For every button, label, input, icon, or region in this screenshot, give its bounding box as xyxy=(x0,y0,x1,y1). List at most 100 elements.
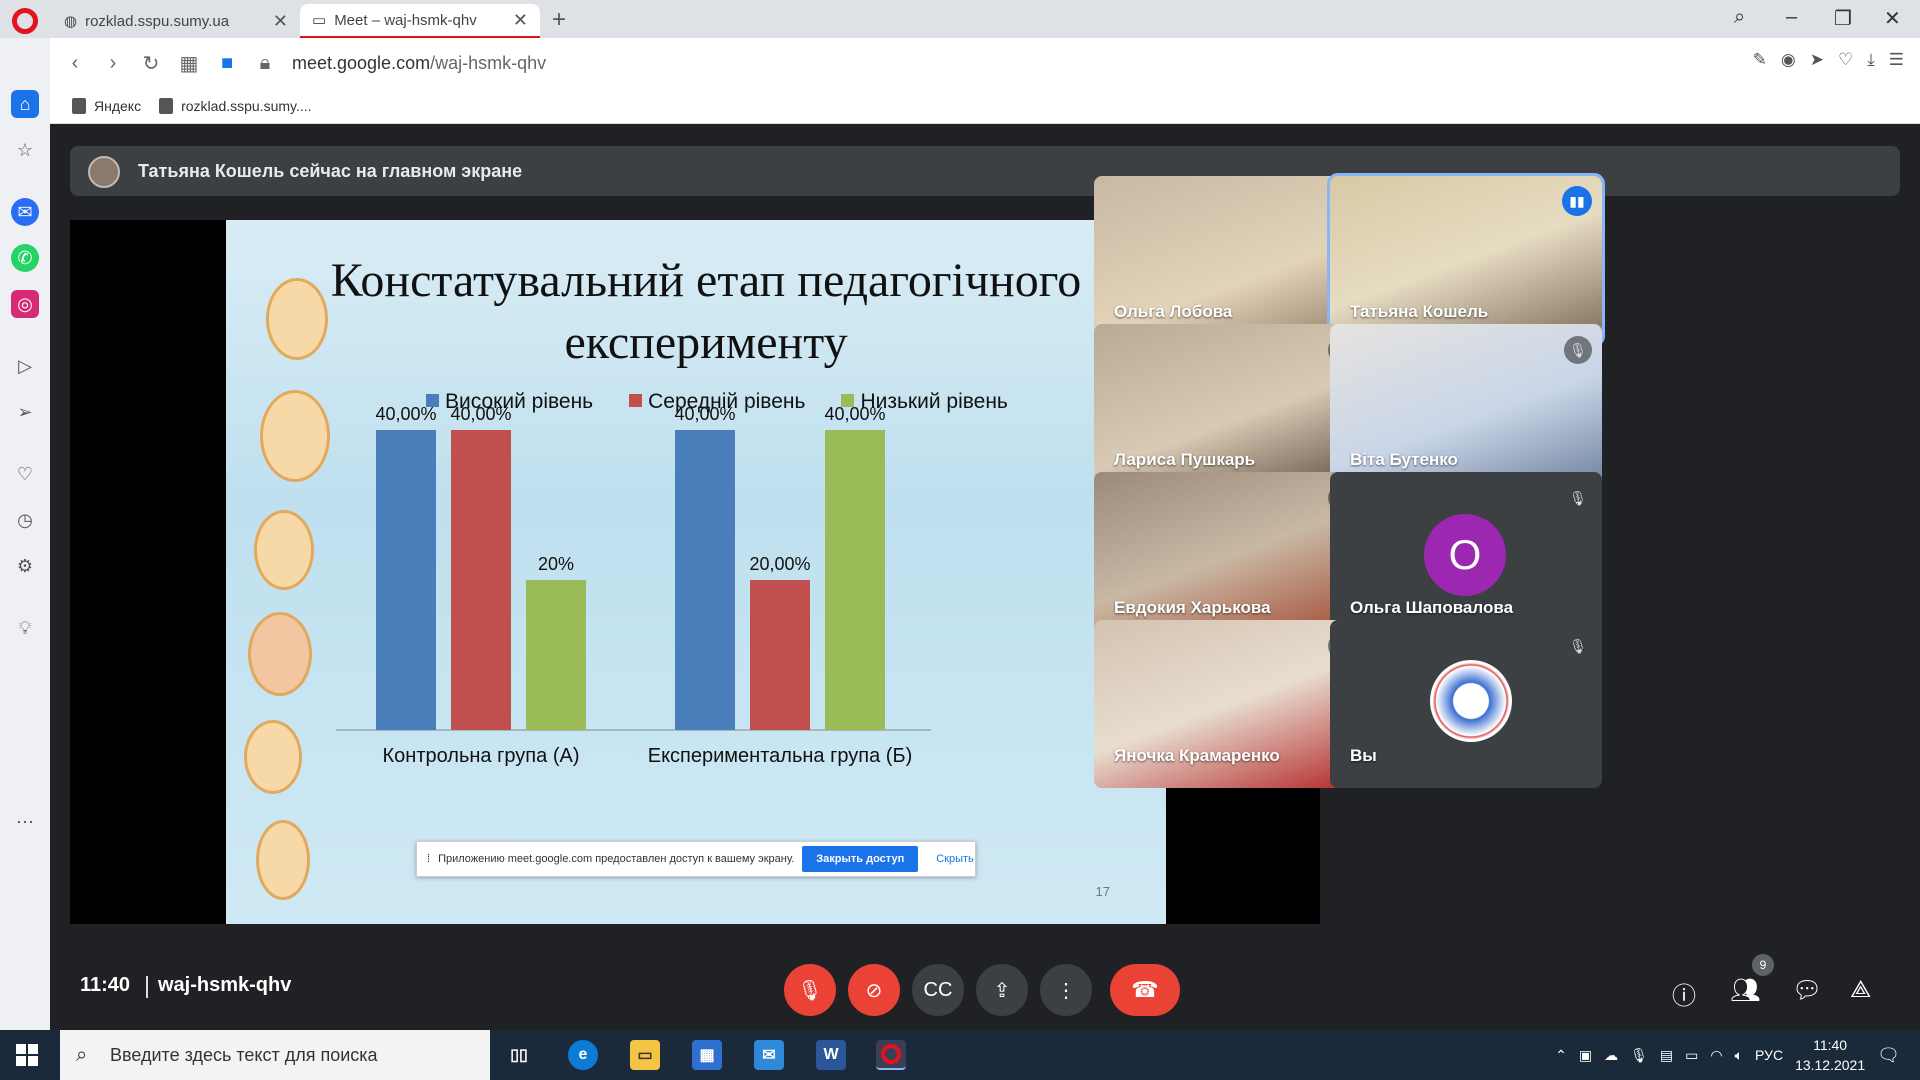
close-window-icon[interactable]: ✕ xyxy=(1884,6,1901,31)
share-icon[interactable]: ✎ xyxy=(1753,50,1767,70)
speed-dial-icon[interactable]: ▦ xyxy=(170,51,208,76)
windows-taskbar: ⌕ Введите здесь текст для поиска ▯▯ e ▭ … xyxy=(0,1030,1920,1080)
activities-icon[interactable]: ⟁ xyxy=(1850,976,1871,1004)
chart-bar xyxy=(376,430,436,730)
notifications-icon[interactable]: 🗨︎ xyxy=(1877,1045,1900,1066)
home-icon[interactable]: ⌂ xyxy=(11,90,39,118)
opera-taskbar-icon[interactable] xyxy=(876,1040,906,1070)
bookmark-yandex[interactable]: Яндекс xyxy=(72,97,142,114)
whatsapp-icon[interactable]: ✆ xyxy=(11,244,39,272)
shared-slide: Констатувальний етап педагогічного експе… xyxy=(226,220,1166,924)
windows-start-icon[interactable] xyxy=(16,1044,38,1066)
presenter-avatar xyxy=(88,156,120,188)
restore-icon[interactable]: ❐ xyxy=(1834,6,1852,31)
camera-indicator-icon[interactable]: ■ xyxy=(208,52,246,75)
captions-button[interactable]: CC xyxy=(912,964,964,1016)
new-tab-plus-icon[interactable]: + xyxy=(552,6,566,34)
bar-data-label: 40,00% xyxy=(824,404,885,424)
end-call-button[interactable]: ☎ xyxy=(1110,964,1180,1016)
participant-tile-self[interactable]: 🎙︎ Вы xyxy=(1330,620,1602,788)
minimize-icon[interactable]: – xyxy=(1786,6,1797,29)
wifi-icon[interactable]: ◠ xyxy=(1710,1047,1722,1064)
chart-bar xyxy=(750,580,810,730)
task-view-icon[interactable]: ▯▯ xyxy=(504,1040,534,1070)
microphone-icon[interactable]: 🎙︎ xyxy=(1630,1047,1648,1064)
address-actions: ✎ ◉ ➤ ♡ ⤓ ☰ xyxy=(1753,50,1904,70)
close-tab-icon[interactable]: ✕ xyxy=(273,11,288,32)
bookmark-label: rozklad.sspu.sumy.... xyxy=(181,97,312,114)
history-icon[interactable]: ◷ xyxy=(11,506,39,534)
participant-tile[interactable]: 🎙︎ Віта Бутенко xyxy=(1330,324,1602,492)
meet-tab-icon: ▭ xyxy=(312,12,327,29)
star-icon[interactable]: ☆ xyxy=(11,136,39,164)
tab-meet[interactable]: ▭ Meet – waj-hsmk-qhv ✕ xyxy=(300,4,540,38)
player-icon[interactable]: ▷ xyxy=(11,352,39,380)
camera-off-button[interactable]: ⊘ xyxy=(848,964,900,1016)
search-tabs-icon[interactable]: ⌕ xyxy=(1734,6,1745,29)
participant-name: Ольга Лобова xyxy=(1114,302,1233,321)
edge-icon[interactable]: e xyxy=(568,1040,598,1070)
snapshot-icon[interactable]: ◉ xyxy=(1781,50,1796,70)
instagram-icon[interactable]: ◎ xyxy=(11,290,39,318)
participant-tile[interactable]: 🎙︎ Евдокия Харькова xyxy=(1094,472,1366,640)
messenger-icon[interactable]: ✉ xyxy=(11,198,39,226)
tips-bulb-icon[interactable]: 💡︎ xyxy=(11,614,39,642)
taskbar-search-input[interactable]: ⌕ Введите здесь текст для поиска xyxy=(60,1030,490,1080)
opera-logo-icon[interactable] xyxy=(12,8,38,34)
close-tab-icon[interactable]: ✕ xyxy=(513,10,528,31)
present-button[interactable]: ⇪ xyxy=(976,964,1028,1016)
file-explorer-icon[interactable]: ▭ xyxy=(630,1040,660,1070)
heart-icon[interactable]: ♡ xyxy=(11,460,39,488)
lock-icon[interactable]: 🔒︎ xyxy=(246,52,284,75)
url-field[interactable]: meet.google.com/waj-hsmk-qhv xyxy=(292,53,546,74)
meet-tray-icon[interactable]: ▣ xyxy=(1579,1047,1592,1064)
easy-setup-icon[interactable]: ☰ xyxy=(1889,50,1904,70)
heart-icon[interactable]: ♡ xyxy=(1838,50,1853,70)
bar-data-label: 40,00% xyxy=(674,404,735,424)
taskbar-clock[interactable]: 11:40 13.12.2021 xyxy=(1795,1035,1865,1075)
network-status-icon[interactable]: ▤ xyxy=(1660,1047,1673,1064)
hide-notice-link[interactable]: Скрыть xyxy=(936,853,974,865)
send-to-icon[interactable]: ➢ xyxy=(11,398,39,426)
bar-data-label: 20,00% xyxy=(749,554,810,574)
bookmark-rozklad[interactable]: rozklad.sspu.sumy.... xyxy=(159,97,312,114)
onedrive-icon[interactable]: ☁ xyxy=(1604,1047,1618,1064)
chart-bar xyxy=(675,430,735,730)
battery-icon[interactable]: ▭ xyxy=(1685,1047,1698,1064)
tab-rozklad[interactable]: ◍ rozklad.sspu.sumy.ua ✕ xyxy=(52,4,300,38)
volume-icon[interactable]: 🔈︎ xyxy=(1735,1047,1743,1064)
tab-label: Meet – waj-hsmk-qhv xyxy=(334,11,477,29)
chat-icon[interactable]: 💬︎ xyxy=(1792,976,1822,1005)
divider xyxy=(146,976,148,998)
participant-tile[interactable]: Ольга Лобова xyxy=(1094,176,1366,344)
more-options-button[interactable]: ⋮ xyxy=(1040,964,1092,1016)
participant-tile[interactable]: 🎙︎ Яночка Крамаренко xyxy=(1094,620,1366,788)
url-path: /waj-hsmk-qhv xyxy=(430,52,547,73)
forward-icon[interactable]: › xyxy=(94,52,132,75)
send-icon[interactable]: ➤ xyxy=(1810,50,1824,70)
mail-icon[interactable]: ✉ xyxy=(754,1040,784,1070)
store-icon[interactable]: ▦ xyxy=(692,1040,722,1070)
mic-off-button[interactable]: 🎙︎ xyxy=(784,964,836,1016)
settings-gear-icon[interactable]: ⚙ xyxy=(11,552,39,580)
participant-tile-speaking[interactable]: ▮▮ Татьяна Кошель xyxy=(1327,173,1605,347)
stop-sharing-button[interactable]: Закрыть доступ xyxy=(802,846,919,872)
category-label: Експериментальна група (Б) xyxy=(648,745,913,767)
meeting-code: waj-hsmk-qhv xyxy=(158,974,292,996)
bookmark-label: Яндекс xyxy=(94,97,142,114)
back-icon[interactable]: ‹ xyxy=(56,52,94,75)
more-dots-icon[interactable]: ⋯ xyxy=(11,808,39,836)
meet-area: Татьяна Кошель сейчас на главном экране … xyxy=(50,124,1920,1030)
participant-tile[interactable]: 🎙︎ Лариса Пушкарь xyxy=(1094,324,1366,492)
url-host: meet.google.com xyxy=(292,52,431,73)
reload-icon[interactable]: ↻ xyxy=(132,51,170,76)
download-icon[interactable]: ⤓ xyxy=(1867,50,1875,70)
show-hidden-icons-icon[interactable]: ⌃ xyxy=(1555,1047,1567,1064)
input-language[interactable]: РУС xyxy=(1755,1047,1783,1063)
participant-tile[interactable]: 🎙︎ O Ольга Шаповалова xyxy=(1330,472,1602,640)
meeting-info-icon[interactable]: ⓘ xyxy=(1672,976,1696,1011)
drag-handle-icon[interactable]: ⁞ xyxy=(427,853,430,865)
people-icon[interactable]: 👥︎ xyxy=(1730,976,1760,1005)
chart-bar xyxy=(451,430,511,730)
word-icon[interactable]: W xyxy=(816,1040,846,1070)
